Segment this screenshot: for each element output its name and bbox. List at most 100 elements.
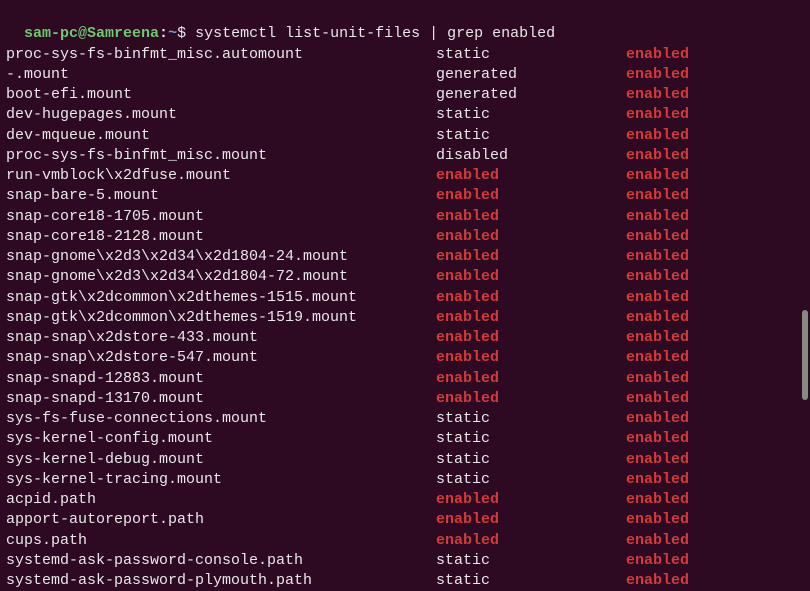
unit-file: sys-kernel-debug.mount <box>6 450 436 470</box>
unit-preset: enabled <box>626 571 689 591</box>
unit-preset: enabled <box>626 227 689 247</box>
unit-state: static <box>436 45 626 65</box>
scrollbar-thumb[interactable] <box>802 310 808 400</box>
unit-state: enabled <box>436 308 626 328</box>
unit-file: snap-core18-2128.mount <box>6 227 436 247</box>
unit-preset: enabled <box>626 65 689 85</box>
prompt-command: systemctl list-unit-files | grep enabled <box>195 25 555 42</box>
unit-file: snap-gnome\x2d3\x2d34\x2d1804-24.mount <box>6 247 436 267</box>
prompt-sep: : <box>159 25 168 42</box>
output-row: snap-snap\x2dstore-433.mountenabledenabl… <box>6 328 804 348</box>
unit-preset: enabled <box>626 470 689 490</box>
unit-file: snap-snapd-13170.mount <box>6 389 436 409</box>
unit-state: enabled <box>436 227 626 247</box>
unit-preset: enabled <box>626 308 689 328</box>
unit-state: enabled <box>436 247 626 267</box>
unit-file: snap-bare-5.mount <box>6 186 436 206</box>
unit-preset: enabled <box>626 328 689 348</box>
unit-preset: enabled <box>626 490 689 510</box>
terminal-output[interactable]: proc-sys-fs-binfmt_misc.automountstatice… <box>6 45 804 591</box>
output-row: systemd-ask-password-console.pathstatice… <box>6 551 804 571</box>
unit-preset: enabled <box>626 247 689 267</box>
unit-preset: enabled <box>626 409 689 429</box>
unit-preset: enabled <box>626 207 689 227</box>
unit-file: snap-gtk\x2dcommon\x2dthemes-1515.mount <box>6 288 436 308</box>
unit-preset: enabled <box>626 551 689 571</box>
unit-preset: enabled <box>626 126 689 146</box>
output-row: cups.pathenabledenabled <box>6 531 804 551</box>
prompt-line[interactable]: sam-pc@Samreena:~$ systemctl list-unit-f… <box>6 4 804 45</box>
unit-state: enabled <box>436 348 626 368</box>
unit-file: apport-autoreport.path <box>6 510 436 530</box>
unit-state: enabled <box>436 207 626 227</box>
unit-state: static <box>436 551 626 571</box>
unit-state: enabled <box>436 369 626 389</box>
output-row: snap-snap\x2dstore-547.mountenabledenabl… <box>6 348 804 368</box>
unit-file: snap-snapd-12883.mount <box>6 369 436 389</box>
unit-preset: enabled <box>626 348 689 368</box>
unit-state: enabled <box>436 288 626 308</box>
unit-preset: enabled <box>626 166 689 186</box>
unit-preset: enabled <box>626 288 689 308</box>
output-row: systemd-ask-password-plymouth.pathstatic… <box>6 571 804 591</box>
unit-state: static <box>436 126 626 146</box>
unit-state: enabled <box>436 328 626 348</box>
output-row: sys-kernel-tracing.mountstaticenabled <box>6 470 804 490</box>
output-row: snap-snapd-13170.mountenabledenabled <box>6 389 804 409</box>
unit-file: dev-mqueue.mount <box>6 126 436 146</box>
unit-preset: enabled <box>626 186 689 206</box>
output-row: dev-hugepages.mountstaticenabled <box>6 105 804 125</box>
unit-file: sys-kernel-config.mount <box>6 429 436 449</box>
output-row: -.mountgeneratedenabled <box>6 65 804 85</box>
unit-preset: enabled <box>626 369 689 389</box>
unit-state: static <box>436 470 626 490</box>
unit-file: sys-fs-fuse-connections.mount <box>6 409 436 429</box>
unit-file: cups.path <box>6 531 436 551</box>
unit-state: enabled <box>436 166 626 186</box>
output-row: proc-sys-fs-binfmt_misc.mountdisabledena… <box>6 146 804 166</box>
unit-state: enabled <box>436 267 626 287</box>
output-row: acpid.pathenabledenabled <box>6 490 804 510</box>
unit-state: enabled <box>436 186 626 206</box>
output-row: snap-gtk\x2dcommon\x2dthemes-1515.mounte… <box>6 288 804 308</box>
unit-file: boot-efi.mount <box>6 85 436 105</box>
unit-preset: enabled <box>626 510 689 530</box>
unit-preset: enabled <box>626 105 689 125</box>
unit-file: run-vmblock\x2dfuse.mount <box>6 166 436 186</box>
unit-file: dev-hugepages.mount <box>6 105 436 125</box>
unit-state: static <box>436 571 626 591</box>
unit-state: disabled <box>436 146 626 166</box>
unit-state: static <box>436 409 626 429</box>
prompt-user: sam-pc@Samreena <box>24 25 159 42</box>
unit-state: static <box>436 429 626 449</box>
prompt-path: ~ <box>168 25 177 42</box>
unit-state: enabled <box>436 510 626 530</box>
output-row: run-vmblock\x2dfuse.mountenabledenabled <box>6 166 804 186</box>
unit-file: snap-gtk\x2dcommon\x2dthemes-1519.mount <box>6 308 436 328</box>
unit-file: systemd-ask-password-console.path <box>6 551 436 571</box>
unit-preset: enabled <box>626 389 689 409</box>
output-row: snap-core18-1705.mountenabledenabled <box>6 207 804 227</box>
unit-file: proc-sys-fs-binfmt_misc.mount <box>6 146 436 166</box>
unit-file: sys-kernel-tracing.mount <box>6 470 436 490</box>
unit-preset: enabled <box>626 85 689 105</box>
unit-preset: enabled <box>626 450 689 470</box>
output-row: sys-kernel-config.mountstaticenabled <box>6 429 804 449</box>
unit-state: static <box>436 450 626 470</box>
unit-preset: enabled <box>626 429 689 449</box>
output-row: apport-autoreport.pathenabledenabled <box>6 510 804 530</box>
prompt-symbol: $ <box>177 25 195 42</box>
unit-preset: enabled <box>626 267 689 287</box>
unit-preset: enabled <box>626 146 689 166</box>
output-row: snap-bare-5.mountenabledenabled <box>6 186 804 206</box>
unit-file: proc-sys-fs-binfmt_misc.automount <box>6 45 436 65</box>
unit-state: enabled <box>436 531 626 551</box>
unit-state: enabled <box>436 490 626 510</box>
output-row: boot-efi.mountgeneratedenabled <box>6 85 804 105</box>
output-row: proc-sys-fs-binfmt_misc.automountstatice… <box>6 45 804 65</box>
unit-state: generated <box>436 65 626 85</box>
unit-file: systemd-ask-password-plymouth.path <box>6 571 436 591</box>
output-row: snap-core18-2128.mountenabledenabled <box>6 227 804 247</box>
unit-state: enabled <box>436 389 626 409</box>
unit-file: snap-core18-1705.mount <box>6 207 436 227</box>
